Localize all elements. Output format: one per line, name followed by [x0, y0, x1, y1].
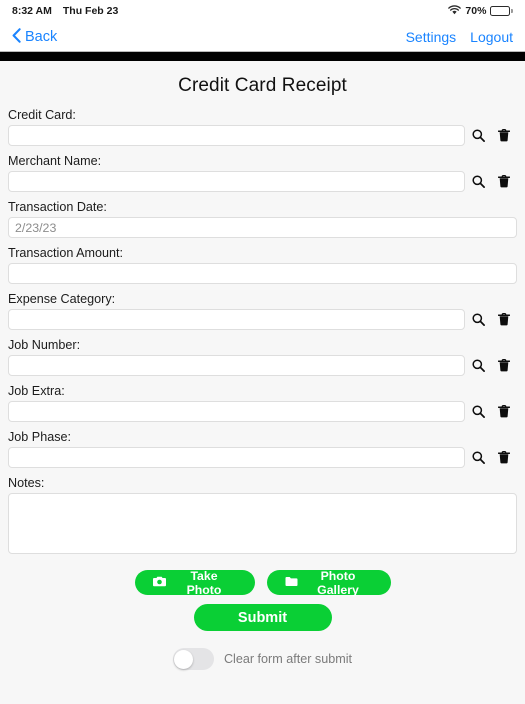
camera-icon	[152, 576, 166, 590]
input-job-number[interactable]	[8, 355, 465, 376]
settings-link[interactable]: Settings	[406, 29, 457, 45]
trash-icon-expense-category[interactable]	[491, 309, 517, 330]
status-bar: 8:32 AM Thu Feb 23 70%	[0, 0, 525, 22]
search-icon-credit-card[interactable]	[465, 125, 491, 146]
field-row-credit-card	[8, 125, 517, 146]
field-row-transaction-amount	[8, 263, 517, 284]
navigation-right-actions: Settings Logout	[406, 29, 513, 45]
take-photo-button[interactable]: Take Photo	[134, 568, 255, 597]
field-row-transaction-date	[8, 217, 517, 238]
black-separator-bar	[0, 52, 525, 61]
logout-link[interactable]: Logout	[470, 29, 513, 45]
input-credit-card[interactable]	[8, 125, 465, 146]
search-icon-job-extra[interactable]	[465, 401, 491, 422]
field-row-merchant-name	[8, 171, 517, 192]
battery-percent-label: 70%	[465, 5, 487, 17]
search-icon-merchant-name[interactable]	[465, 171, 491, 192]
input-job-phase[interactable]	[8, 447, 465, 468]
label-merchant-name: Merchant Name:	[8, 154, 102, 168]
status-bar-left: 8:32 AM Thu Feb 23	[12, 5, 118, 17]
label-transaction-amount: Transaction Amount:	[8, 246, 124, 260]
input-expense-category[interactable]	[8, 309, 465, 330]
photo-button-row: Take Photo Photo Gallery	[8, 568, 517, 597]
label-job-extra: Job Extra:	[8, 384, 65, 398]
input-transaction-date[interactable]	[8, 217, 517, 238]
input-job-extra[interactable]	[8, 401, 465, 422]
clear-form-toggle-label: Clear form after submit	[223, 652, 353, 666]
battery-icon	[490, 6, 513, 16]
input-merchant-name[interactable]	[8, 171, 465, 192]
notes-label: Notes:	[8, 476, 45, 490]
form-fields: Credit Card: Merchant Name: Transaction Da…	[8, 108, 517, 468]
folder-icon	[285, 576, 298, 590]
clear-form-toggle-row: Clear form after submit	[8, 648, 517, 670]
label-job-number: Job Number:	[8, 338, 81, 352]
field-row-job-phase	[8, 447, 517, 468]
label-transaction-date: Transaction Date:	[8, 200, 107, 214]
photo-gallery-button[interactable]: Photo Gallery	[266, 568, 391, 597]
field-row-job-extra	[8, 401, 517, 422]
photo-gallery-label: Photo Gallery	[317, 568, 359, 597]
trash-icon-job-extra[interactable]	[491, 401, 517, 422]
toggle-knob	[174, 649, 194, 669]
page-title: Credit Card Receipt	[178, 75, 347, 96]
take-photo-label: Take Photo	[186, 568, 222, 597]
label-job-phase: Job Phase:	[8, 430, 72, 444]
submit-label: Submit	[237, 609, 288, 626]
input-transaction-amount[interactable]	[8, 263, 517, 284]
form-content: Credit Card Receipt Credit Card: Merchant…	[0, 61, 525, 670]
navigation-bar: Back Settings Logout	[0, 22, 525, 51]
submit-button-row: Submit	[8, 604, 517, 631]
wifi-icon	[448, 4, 462, 18]
back-button[interactable]: Back	[12, 27, 57, 47]
clear-form-toggle[interactable]	[172, 648, 214, 670]
status-bar-right: 70%	[448, 4, 513, 18]
trash-icon-job-number[interactable]	[491, 355, 517, 376]
submit-button[interactable]: Submit	[193, 604, 332, 631]
trash-icon-job-phase[interactable]	[491, 447, 517, 468]
trash-icon-credit-card[interactable]	[491, 125, 517, 146]
label-credit-card: Credit Card:	[8, 108, 76, 122]
label-expense-category: Expense Category:	[8, 292, 116, 306]
notes-input[interactable]	[8, 493, 517, 554]
search-icon-expense-category[interactable]	[465, 309, 491, 330]
field-row-expense-category	[8, 309, 517, 330]
search-icon-job-phase[interactable]	[465, 447, 491, 468]
status-time: 8:32 AM	[12, 5, 52, 17]
status-date: Thu Feb 23	[62, 5, 119, 17]
search-icon-job-number[interactable]	[465, 355, 491, 376]
chevron-left-icon	[12, 27, 21, 47]
field-row-job-number	[8, 355, 517, 376]
trash-icon-merchant-name[interactable]	[491, 171, 517, 192]
back-button-label: Back	[25, 28, 58, 45]
